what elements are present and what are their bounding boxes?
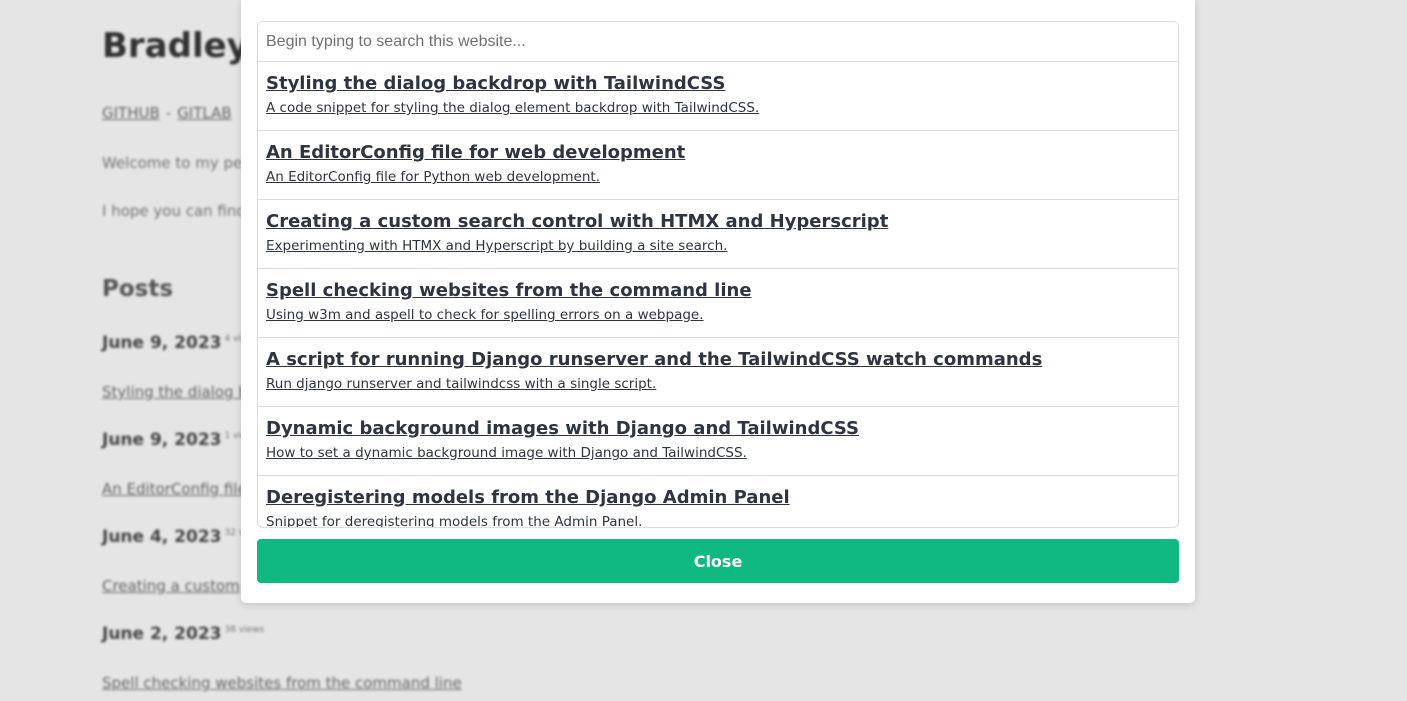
close-button[interactable]: Close <box>257 539 1179 583</box>
post-link[interactable]: An EditorConfig file <box>102 480 247 498</box>
search-result-description[interactable]: Run django runserver and tailwindcss wit… <box>266 375 1170 393</box>
search-box: Styling the dialog backdrop with Tailwin… <box>257 21 1179 528</box>
search-result-description[interactable]: Using w3m and aspell to check for spelli… <box>266 306 1170 324</box>
post-link[interactable]: Creating a custom <box>102 577 240 595</box>
search-result-title[interactable]: Dynamic background images with Django an… <box>266 417 1170 441</box>
search-result-title[interactable]: Styling the dialog backdrop with Tailwin… <box>266 72 1170 96</box>
search-result-title[interactable]: A script for running Django runserver an… <box>266 348 1170 372</box>
search-result[interactable]: A script for running Django runserver an… <box>258 338 1178 407</box>
search-result-description[interactable]: A code snippet for styling the dialog el… <box>266 99 1170 117</box>
search-result[interactable]: An EditorConfig file for web development… <box>258 131 1178 200</box>
post-date: June 9, 20234 views <box>102 333 259 353</box>
search-input[interactable] <box>258 22 1178 62</box>
post-date: June 9, 2023 1 view <box>102 430 254 450</box>
search-result[interactable]: Dynamic background images with Django an… <box>258 407 1178 476</box>
search-result-description[interactable]: How to set a dynamic background image wi… <box>266 444 1170 462</box>
intro-text: Welcome to my pe <box>102 154 243 172</box>
search-result-description[interactable]: Experimenting with HTMX and Hyperscript … <box>266 237 1170 255</box>
site-title: Bradley <box>102 26 249 66</box>
search-dialog: Styling the dialog backdrop with Tailwin… <box>241 0 1195 603</box>
nav-link-gitlab[interactable]: GITLAB <box>177 104 231 122</box>
search-result[interactable]: Creating a custom search control with HT… <box>258 200 1178 269</box>
nav-link-github[interactable]: GITHUB <box>102 104 160 122</box>
search-result-title[interactable]: An EditorConfig file for web development <box>266 141 1170 165</box>
search-result-description[interactable]: An EditorConfig file for Python web deve… <box>266 168 1170 186</box>
search-result[interactable]: Deregistering models from the Django Adm… <box>258 476 1178 527</box>
post-date: June 4, 202332 views <box>102 527 264 547</box>
search-result[interactable]: Styling the dialog backdrop with Tailwin… <box>258 62 1178 131</box>
posts-heading: Posts <box>102 276 174 302</box>
search-results-list[interactable]: Styling the dialog backdrop with Tailwin… <box>258 62 1178 527</box>
search-result[interactable]: Spell checking websites from the command… <box>258 269 1178 338</box>
intro-text: I hope you can find <box>102 202 246 220</box>
post-date: June 2, 2023 38 views <box>102 624 265 644</box>
post-link[interactable]: Spell checking websites from the command… <box>102 674 462 692</box>
search-result-title[interactable]: Creating a custom search control with HT… <box>266 210 1170 234</box>
search-result-title[interactable]: Spell checking websites from the command… <box>266 279 1170 303</box>
search-result-title[interactable]: Deregistering models from the Django Adm… <box>266 486 1170 510</box>
search-result-description[interactable]: Snippet for deregistering models from th… <box>266 513 1170 527</box>
post-views: 38 views <box>224 625 265 636</box>
nav-links: GITHUB - GITLAB <box>102 104 232 122</box>
